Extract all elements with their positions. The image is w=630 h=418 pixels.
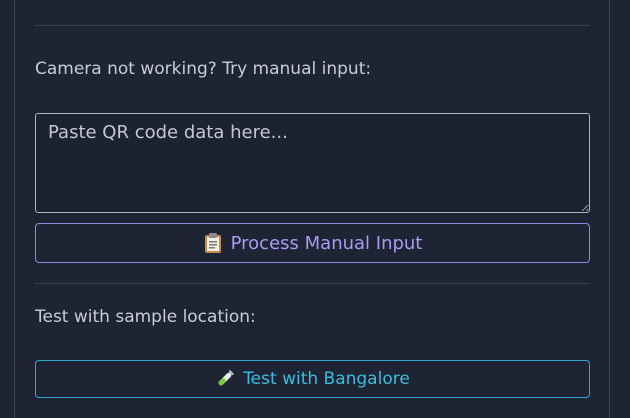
sample-location-prompt: Test with sample location: xyxy=(35,307,256,327)
qr-data-textarea[interactable] xyxy=(35,113,590,213)
top-divider xyxy=(35,25,590,26)
manual-input-prompt: Camera not working? Try manual input: xyxy=(35,59,372,79)
clipboard-icon xyxy=(203,232,223,254)
test-bangalore-button[interactable]: Test with Bangalore xyxy=(35,360,590,398)
process-button-label: Process Manual Input xyxy=(230,232,423,254)
test-button-label: Test with Bangalore xyxy=(243,369,410,389)
test-tube-icon xyxy=(215,369,235,389)
process-manual-input-button[interactable]: Process Manual Input xyxy=(35,223,590,263)
middle-divider xyxy=(35,283,590,284)
